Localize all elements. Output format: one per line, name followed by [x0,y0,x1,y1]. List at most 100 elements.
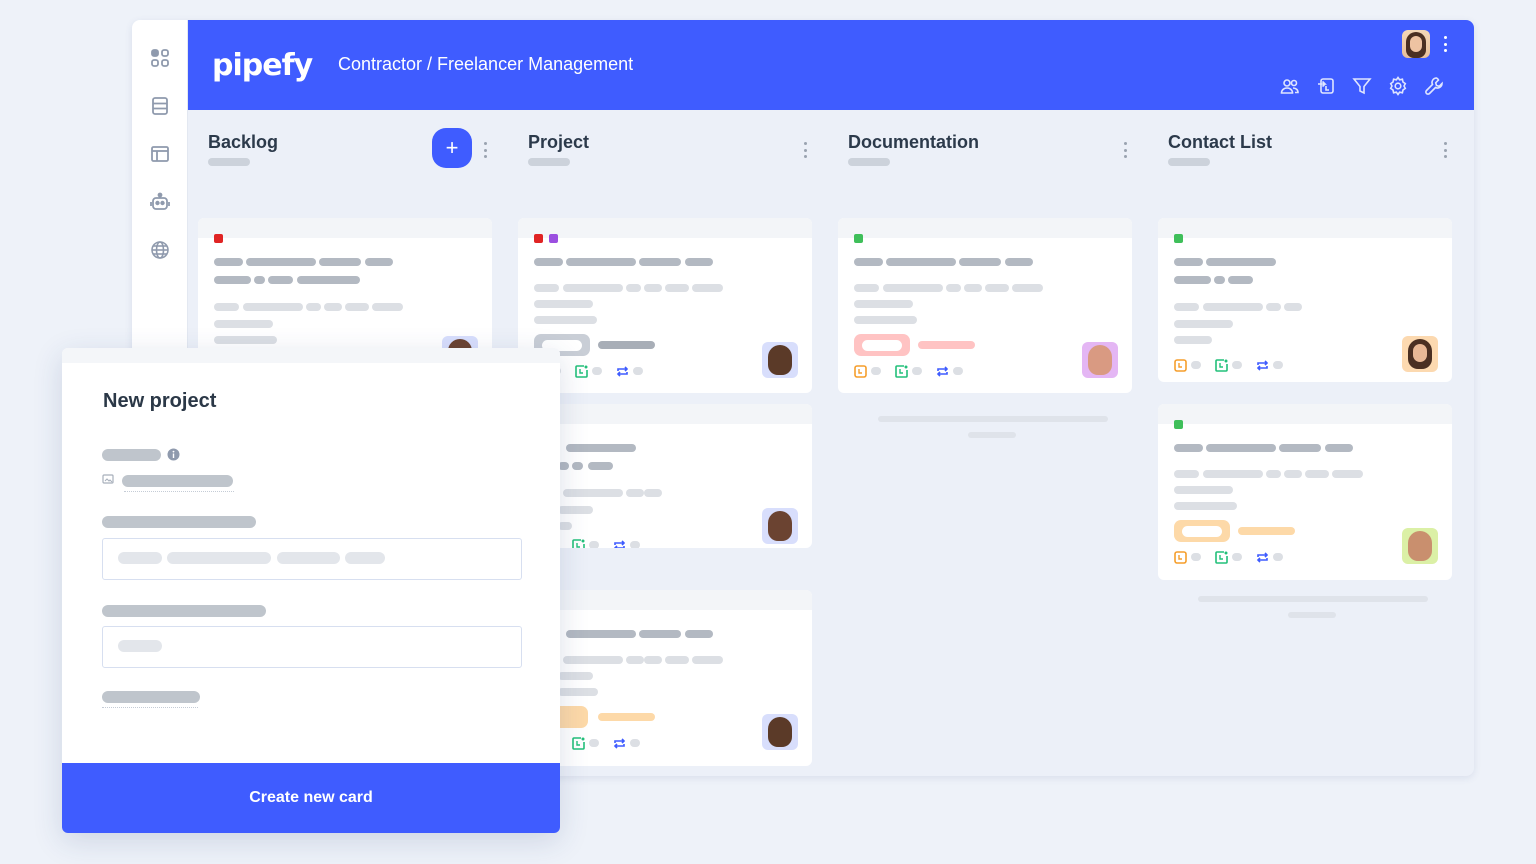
skeleton-placeholder [1284,470,1302,478]
kebab-dot [484,155,487,158]
field-value[interactable] [122,475,233,487]
skeleton-placeholder [883,284,943,292]
modal-header-strip [62,348,560,363]
skeleton-placeholder [692,656,723,664]
assignee-avatar[interactable] [1402,528,1438,564]
skeleton-placeholder [518,590,812,610]
skeleton-placeholder [1005,258,1033,266]
recurrence-icon [613,737,626,749]
kanban-card[interactable] [518,218,812,393]
new-card-modal: New project Create new card [62,348,560,833]
skeleton-placeholder [118,552,162,564]
skeleton-placeholder [534,258,563,266]
card-indicators [854,364,977,378]
skeleton-placeholder [985,284,1009,292]
kebab-dot [804,142,807,145]
skeleton-placeholder [589,739,599,747]
phase-card-count [208,158,250,166]
skeleton-placeholder [626,489,644,497]
skeleton-placeholder [566,444,636,452]
skeleton-placeholder [1174,258,1203,266]
skeleton-placeholder [953,367,963,375]
members-icon[interactable] [1280,76,1302,98]
skeleton-placeholder [566,630,636,638]
assignee-avatar[interactable] [762,342,798,378]
skeleton-placeholder [626,284,641,292]
phase-more-icon[interactable] [1124,142,1128,158]
phase-more-icon[interactable] [1444,142,1448,158]
skeleton-placeholder [268,276,293,284]
assignee-avatar[interactable] [762,714,798,750]
skeleton-placeholder [665,284,689,292]
filter-icon[interactable] [1352,76,1374,98]
skeleton-placeholder [1191,361,1201,369]
apps-grid-icon[interactable] [148,46,172,70]
skeleton-placeholder [1332,470,1363,478]
field-label[interactable] [102,691,200,703]
phase-title: Documentation [848,132,980,152]
text-input-field[interactable] [102,538,522,580]
kebab-dot [1444,155,1447,158]
skeleton-placeholder [692,284,723,292]
due-date-icon [854,364,867,378]
header-more-icon[interactable] [1444,36,1448,52]
skeleton-placeholder [854,284,879,292]
kanban-card[interactable] [518,590,812,766]
kebab-dot [1124,142,1127,145]
label-tag-red [214,234,223,243]
kanban-card[interactable] [838,218,1132,393]
card-age-icon [572,736,585,750]
create-new-card-button[interactable]: Create new card [62,763,560,833]
skeleton-placeholder [534,316,597,324]
label-tag-green [1174,234,1183,243]
skeleton-placeholder [243,303,303,311]
phase-more-icon[interactable] [484,142,488,158]
wrench-icon[interactable] [1424,76,1446,98]
skeleton-placeholder [644,489,662,497]
settings-gear-icon[interactable] [1388,76,1410,98]
skeleton-placeholder [214,276,251,284]
phase-more-icon[interactable] [804,142,808,158]
skeleton-placeholder [838,218,1132,238]
skeleton-placeholder [1279,444,1321,452]
database-icon[interactable] [148,94,172,118]
skeleton-placeholder [1232,361,1242,369]
skeleton-placeholder [630,541,640,548]
skeleton-placeholder [1174,276,1211,284]
kanban-card[interactable] [1158,218,1452,382]
skeleton-placeholder [1214,276,1225,284]
skeleton-placeholder [558,688,598,696]
kebab-dot [1444,49,1447,52]
pipefy-logo[interactable]: pipefy [212,48,313,83]
avatar-face [768,717,792,747]
skeleton-placeholder [558,522,572,530]
kanban-card[interactable] [1158,404,1452,580]
skeleton-placeholder [1174,320,1233,328]
kanban-card[interactable] [518,404,812,548]
import-icon[interactable] [1316,76,1338,98]
skeleton-placeholder [1206,258,1276,266]
skeleton-placeholder [1232,553,1242,561]
image-field-icon [102,474,114,484]
kebab-dot [1124,155,1127,158]
skeleton-placeholder [518,218,812,238]
skeleton-placeholder [598,713,655,721]
kebab-dot [1444,148,1447,152]
globe-icon[interactable] [148,238,172,262]
user-avatar[interactable] [1402,30,1430,58]
assignee-avatar[interactable] [1402,336,1438,372]
automation-robot-icon[interactable] [148,190,172,214]
skeleton-placeholder [1174,336,1212,344]
assignee-avatar[interactable] [1082,342,1118,378]
phase-title: Contact List [1168,132,1273,152]
info-icon[interactable] [167,448,180,461]
avatar-face [768,511,792,541]
add-card-button[interactable]: + [432,128,472,168]
assignee-avatar[interactable] [762,508,798,544]
recurrence-icon [1256,551,1269,563]
portal-layout-icon[interactable] [148,142,172,166]
label-pill [854,334,910,356]
skeleton-placeholder [1174,486,1233,494]
text-input-field[interactable] [102,626,522,668]
skeleton-placeholder [1174,444,1203,452]
